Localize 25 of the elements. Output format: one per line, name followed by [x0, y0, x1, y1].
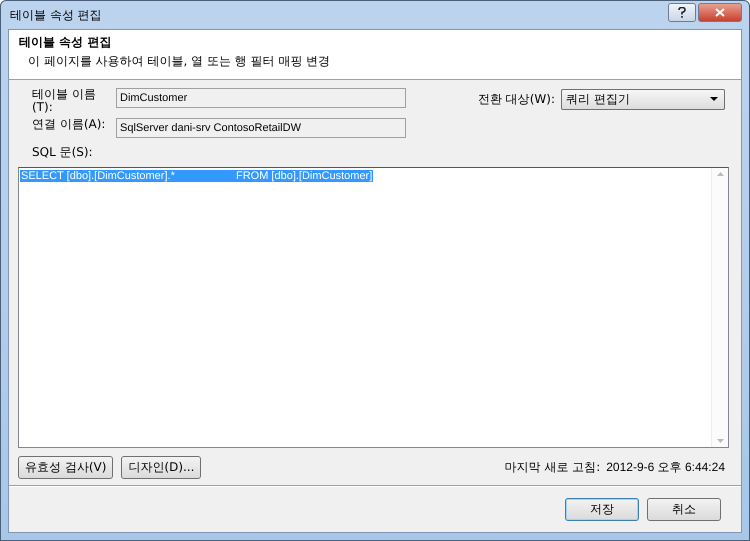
- action-button[interactable]: 유효성 검사(V): [18, 456, 114, 479]
- close-icon: [715, 8, 725, 17]
- sql-label: SQL 문(S):: [32, 144, 94, 161]
- dialog-button[interactable]: 취소: [647, 498, 721, 520]
- scroll-up-icon[interactable]: [716, 172, 724, 176]
- switch-to-dropdown[interactable]: 쿼리 편집기: [561, 88, 725, 110]
- help-icon: [678, 7, 686, 18]
- page-subtitle: 이 페이지를 사용하여 테이블, 열 또는 행 필터 매핑 변경: [27, 53, 332, 70]
- help-button[interactable]: [668, 3, 696, 22]
- close-button[interactable]: [698, 3, 742, 22]
- last-refresh-label: 마지막 새로 고침:: [504, 459, 600, 476]
- connection-name-label: 연결 이름(A):: [32, 118, 106, 131]
- dropdown-arrow-icon: [710, 97, 718, 101]
- dialog-button[interactable]: 저장: [565, 498, 639, 520]
- connection-name-field[interactable]: SqlServer dani-srv ContosoRetailDW: [116, 118, 406, 138]
- scroll-down-icon[interactable]: [716, 439, 724, 443]
- switch-to-label: 전환 대상(W):: [478, 90, 555, 108]
- action-button[interactable]: 디자인(D)...: [121, 456, 202, 479]
- window-title: 테이블 속성 편집: [9, 6, 102, 24]
- sql-text: SELECT [dbo].[DimCustomer].* FROM [dbo].[DimCustomer]: [20, 170, 374, 182]
- page-title: 테이블 속성 편집: [19, 34, 112, 51]
- vertical-scrollbar[interactable]: [711, 168, 728, 447]
- table-name-field[interactable]: DimCustomer: [116, 88, 406, 108]
- last-refresh-value: 2012-9-6 오후 6:44:24: [606, 459, 725, 476]
- table-name-label: 테이블 이름(T):: [32, 88, 97, 114]
